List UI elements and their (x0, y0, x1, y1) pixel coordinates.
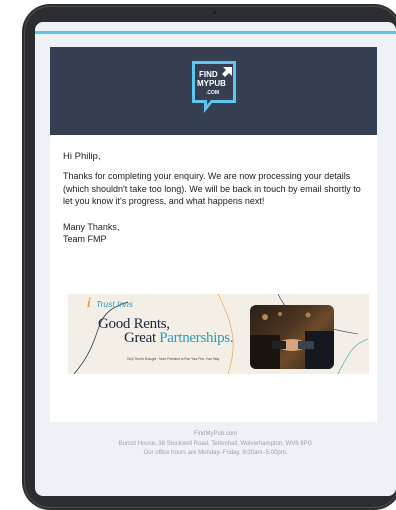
camera-icon (213, 11, 216, 14)
logo-line3: .COM (206, 90, 219, 96)
banner-tagline: Only Tied to Draught · More Freedom to R… (127, 357, 220, 361)
headline-2-accent: Partnerships. (159, 330, 234, 346)
findmypub-logo-icon[interactable]: FIND MYPUB .COM (190, 59, 238, 121)
footer-line3: Our office hours are Monday–Friday, 9:00… (143, 450, 288, 456)
trust-inns-brand: Trust Inns (96, 299, 134, 309)
footer-line1: FindMyPub.com (193, 431, 238, 437)
email-footer: FindMyPub.com Burcot House, 38 Stockwell… (35, 430, 396, 459)
signoff-line1: Many Thanks, (63, 222, 120, 232)
banner-headline-2: Great Partnerships. (124, 330, 234, 347)
logo-line2: MYPUB (197, 79, 226, 88)
top-accent-rule (35, 31, 396, 34)
headline-2-prefix: Great (124, 330, 160, 346)
email-signoff: Many Thanks, Team FMP (63, 221, 263, 245)
email-card: FIND MYPUB .COM Hi Philip, Thanks for co… (50, 47, 377, 422)
handshake-photo (250, 305, 334, 369)
trust-inns-logo-i: i (87, 296, 91, 311)
signoff-line2: Team FMP (63, 234, 107, 244)
trust-inns-banner[interactable]: i Trust Inns Good Rents, Great Partnersh… (68, 294, 369, 374)
email-header: FIND MYPUB .COM (50, 47, 377, 135)
email-screen: FIND MYPUB .COM Hi Philip, Thanks for co… (35, 22, 396, 496)
email-body-paragraph: Thanks for completing your enquiry. We a… (63, 171, 361, 206)
logo-line1: FIND (199, 70, 218, 79)
email-greeting: Hi Philip, (63, 151, 101, 162)
footer-line2: Burcot House, 38 Stockwell Road, Tettenh… (118, 440, 313, 447)
